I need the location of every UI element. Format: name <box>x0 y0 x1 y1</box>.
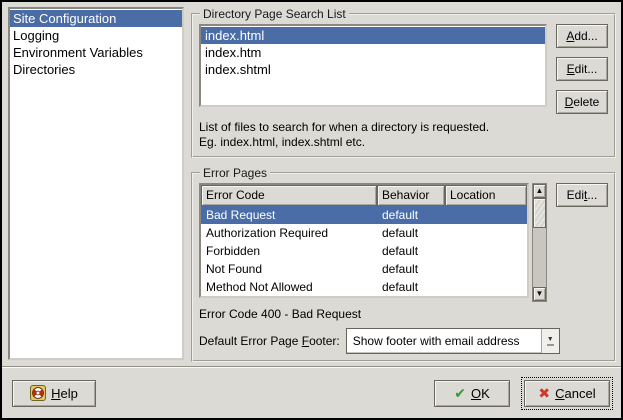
file-list-item[interactable]: index.html <box>201 27 545 44</box>
category-list: Site Configuration Logging Environment V… <box>8 7 184 360</box>
error-table-body: Bad Request default Authorization Requir… <box>201 206 527 296</box>
default-button-focus-ring: ✖ Cancel <box>521 377 613 410</box>
scroll-up-icon[interactable]: ▲ <box>533 184 546 198</box>
dialog-content: Site Configuration Logging Environment V… <box>2 2 621 366</box>
settings-panel: Directory Page Search List index.html in… <box>191 7 616 360</box>
help-button[interactable]: Help <box>12 380 96 407</box>
default-footer-selected-value: Show footer with email address <box>347 329 541 353</box>
error-pages-title: Error Pages <box>200 166 270 180</box>
delete-button[interactable]: Delete <box>556 90 608 114</box>
table-row[interactable]: Not Found default <box>201 260 527 278</box>
file-list-item[interactable]: index.htm <box>201 44 545 61</box>
file-list-buttons: Add... Edit... Delete <box>556 24 608 114</box>
chevron-down-icon[interactable]: ▼ <box>541 329 559 353</box>
default-footer-row: Default Error Page Footer: Show footer w… <box>199 328 608 354</box>
column-header-behavior[interactable]: Behavior <box>377 185 445 206</box>
cancel-button-label: Cancel <box>555 386 595 401</box>
directory-page-search-group: Directory Page Search List index.html in… <box>191 7 616 158</box>
selected-error-status: Error Code 400 - Bad Request <box>199 307 608 321</box>
edit-button[interactable]: Edit... <box>556 57 608 81</box>
add-button[interactable]: Add... <box>556 24 608 48</box>
error-table-header: Error Code Behavior Location <box>201 185 527 206</box>
sidebar-item-environment-variables[interactable]: Environment Variables <box>10 44 182 61</box>
site-configuration-dialog: Site Configuration Logging Environment V… <box>0 0 623 420</box>
cancel-button[interactable]: ✖ Cancel <box>524 380 610 407</box>
sidebar-item-directories[interactable]: Directories <box>10 61 182 78</box>
scrollbar-thumb[interactable] <box>533 198 546 228</box>
sidebar-item-logging[interactable]: Logging <box>10 27 182 44</box>
default-footer-select[interactable]: Show footer with email address ▼ <box>346 328 560 354</box>
column-header-location[interactable]: Location <box>445 185 527 206</box>
table-scrollbar[interactable]: ▲ ▼ <box>532 183 547 302</box>
table-row[interactable]: Authorization Required default <box>201 224 527 242</box>
file-list-item[interactable]: index.shtml <box>201 61 545 78</box>
help-button-label: Help <box>51 386 78 401</box>
ok-button[interactable]: ✔ OK <box>434 380 510 407</box>
action-bar: Help ✔ OK ✖ Cancel <box>2 368 621 418</box>
error-pages-group: Error Pages Error Code Behavior Location… <box>191 166 616 362</box>
table-row[interactable]: Bad Request default <box>201 206 527 224</box>
directory-group-title: Directory Page Search List <box>200 7 349 21</box>
error-pages-table: Error Code Behavior Location Bad Request… <box>199 183 529 298</box>
directory-list-description: List of files to search for when a direc… <box>199 120 608 150</box>
directory-file-list: index.html index.htm index.shtml <box>199 24 547 107</box>
table-row[interactable]: Method Not Allowed default <box>201 278 527 296</box>
check-icon: ✔ <box>454 385 466 402</box>
scrollbar-trough[interactable] <box>533 228 546 287</box>
default-footer-label: Default Error Page Footer: <box>199 334 340 348</box>
ok-button-label: OK <box>471 386 490 401</box>
error-edit-button[interactable]: Edit... <box>556 183 608 207</box>
cross-icon: ✖ <box>538 385 550 402</box>
column-header-error-code[interactable]: Error Code <box>201 185 377 206</box>
life-buoy-icon <box>30 385 46 401</box>
error-table-buttons: Edit... <box>556 183 608 207</box>
scroll-down-icon[interactable]: ▼ <box>533 287 546 301</box>
sidebar-item-site-configuration[interactable]: Site Configuration <box>10 10 182 27</box>
table-row[interactable]: Forbidden default <box>201 242 527 260</box>
